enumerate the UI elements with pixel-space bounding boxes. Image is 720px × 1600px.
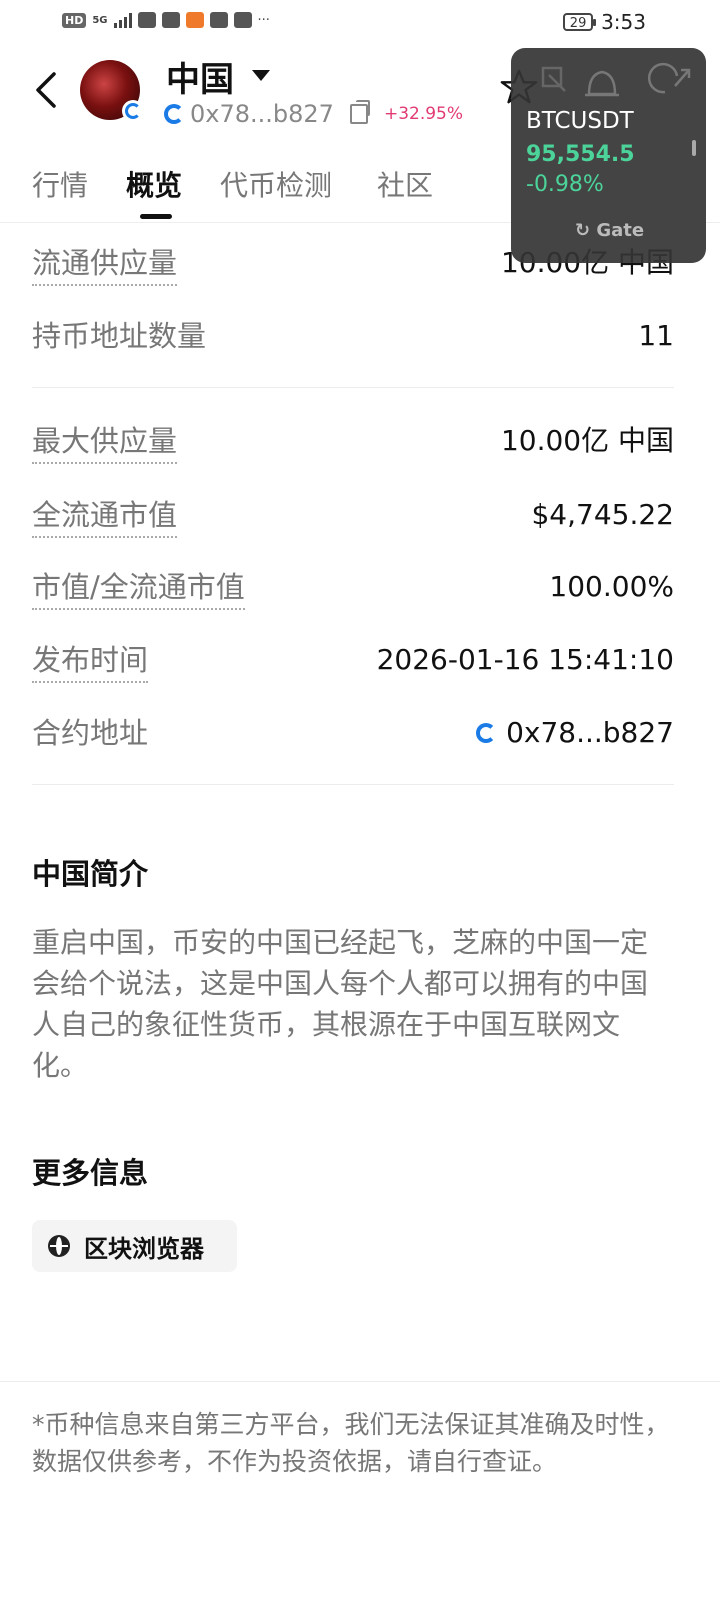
- gate-logo: ↻ Gate: [575, 220, 645, 241]
- stat-label[interactable]: 最大供应量: [32, 422, 178, 464]
- caret-down-icon[interactable]: [252, 70, 270, 81]
- share-icon[interactable]: [541, 66, 566, 92]
- tab-market[interactable]: 行情: [32, 164, 88, 204]
- intro-text: 重启中国，币安的中国已经起飞，芝麻的中国一定会给个说法，这是中国人每个人都可以拥…: [32, 926, 649, 1082]
- token-address: 0x78...b827: [190, 100, 334, 128]
- expand-icon[interactable]: [647, 62, 691, 94]
- stat-value: 100.00%: [549, 570, 674, 603]
- wechat-icon: [233, 12, 252, 28]
- contract-address[interactable]: 0x78...b827: [476, 714, 674, 752]
- back-arrow-icon: [36, 72, 56, 108]
- price-change-badge: +32.95%: [383, 104, 464, 124]
- gate-brand-text: Gate: [596, 220, 645, 241]
- status-right: 29 3:53: [563, 10, 646, 34]
- battery-icon: 29: [563, 13, 597, 31]
- widget-change: -0.98%: [526, 172, 604, 197]
- widget-scroll-handle[interactable]: [692, 140, 696, 156]
- missed-call-icon-2: [161, 12, 180, 28]
- globe-icon: [48, 1235, 70, 1257]
- copy-icon[interactable]: [349, 100, 370, 124]
- hd-icon: HD: [62, 12, 87, 28]
- more-notifications-icon: ···: [257, 12, 270, 28]
- stat-row-contract: 合约地址 0x78...b827: [32, 714, 674, 754]
- missed-call-icon: [137, 12, 156, 28]
- widget-symbol: BTCUSDT: [526, 108, 634, 134]
- stat-value: 2026-01-16 15:41:10: [376, 643, 674, 676]
- status-bar: HD 5G ··· 29 3:53: [0, 0, 720, 48]
- stat-row-holders: 持币地址数量 11: [32, 317, 674, 357]
- stat-label[interactable]: 流通供应量: [32, 244, 178, 286]
- back-button[interactable]: [30, 68, 64, 112]
- bell-icon[interactable]: [585, 70, 619, 97]
- token-avatar: [80, 60, 144, 122]
- disclaimer-text: *币种信息来自第三方平台，我们无法保证其准确及时性，数据仅供参考，不作为投资依据…: [32, 1410, 670, 1476]
- floating-price-widget[interactable]: BTCUSDT 95,554.5 -0.98% ↻ Gate: [511, 48, 706, 263]
- contract-address-text: 0x78...b827: [506, 716, 674, 749]
- app-notification-icon: [185, 12, 204, 28]
- widget-price: 95,554.5: [526, 142, 635, 167]
- link-notification-icon: [209, 12, 228, 28]
- block-explorer-button[interactable]: 区块浏览器: [32, 1220, 237, 1272]
- stat-row-fdv: 全流通市值 $4,745.22: [32, 496, 674, 538]
- section-divider: [32, 784, 674, 785]
- intro-title: 中国简介: [32, 857, 149, 891]
- block-explorer-label: 区块浏览器: [84, 1234, 204, 1263]
- stat-label: 合约地址: [32, 716, 149, 750]
- token-name[interactable]: 中国: [166, 52, 234, 101]
- stat-value: $4,745.22: [531, 498, 674, 531]
- chain-badge: [122, 100, 144, 122]
- tab-token-check[interactable]: 代币检测: [220, 164, 332, 204]
- chain-icon: [476, 723, 497, 743]
- active-tab-indicator: [140, 214, 172, 219]
- more-info-title: 更多信息: [32, 1156, 149, 1190]
- chain-icon: [164, 104, 184, 124]
- stat-label[interactable]: 全流通市值: [32, 496, 178, 538]
- stat-row-mc-fdv: 市值/全流通市值 100.00%: [32, 568, 674, 610]
- section-divider: [32, 387, 674, 388]
- status-left: HD 5G ···: [62, 12, 270, 28]
- signal-icon: [113, 12, 132, 28]
- stat-value: 10.00亿 中国: [500, 424, 674, 457]
- stat-value: 11: [638, 319, 674, 352]
- stat-label[interactable]: 市值/全流通市值: [32, 568, 245, 610]
- network-type: 5G: [92, 14, 108, 26]
- chain-icon: [125, 103, 141, 119]
- widget-icons: [541, 62, 691, 97]
- stat-label: 持币地址数量: [32, 319, 207, 353]
- clock: 3:53: [601, 10, 646, 34]
- stat-label[interactable]: 发布时间: [32, 641, 149, 683]
- address-row: 0x78...b827 +32.95%: [164, 100, 463, 128]
- stat-row-launch-time: 发布时间 2026-01-16 15:41:10: [32, 641, 674, 683]
- stat-row-max-supply: 最大供应量 10.00亿 中国: [32, 422, 674, 464]
- tab-overview[interactable]: 概览: [126, 164, 182, 204]
- tab-community[interactable]: 社区: [377, 164, 433, 204]
- footer-divider: [0, 1381, 720, 1382]
